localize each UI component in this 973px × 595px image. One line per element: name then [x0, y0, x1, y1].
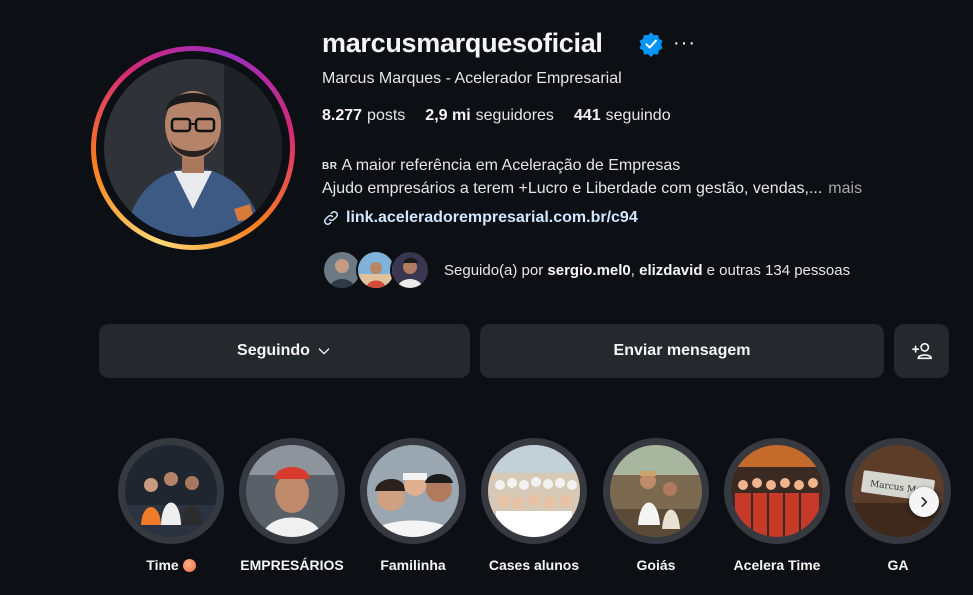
bio-line-2-text: Ajudo empresários a terem +Lucro e Liber…	[322, 180, 823, 197]
followed-by-user-2[interactable]: elizdavid	[639, 262, 702, 279]
highlight-cover[interactable]	[246, 445, 338, 537]
following-label: seguindo	[605, 107, 671, 124]
highlight-cover[interactable]	[610, 445, 702, 537]
highlight-label: GA	[887, 557, 909, 573]
send-message-button[interactable]: Enviar mensagem	[480, 324, 884, 378]
highlight-cover[interactable]	[731, 445, 823, 537]
following-stat[interactable]: 441 seguindo	[574, 107, 671, 125]
follower-avatar-3	[390, 250, 430, 290]
add-user-icon	[911, 342, 932, 360]
followed-by[interactable]: Seguido(a) por sergio.mel0, elizdavid e …	[322, 250, 850, 290]
following-button-label: Seguindo	[237, 342, 310, 359]
flag-br-icon: BR	[322, 161, 338, 172]
chevron-right-icon	[921, 497, 928, 507]
highlight-item[interactable]: Acelera Time	[724, 438, 830, 573]
highlight-cover[interactable]	[125, 445, 217, 537]
highlight-item[interactable]: Familinha	[360, 438, 466, 573]
bio-more-link[interactable]: mais	[828, 180, 862, 197]
profile-bio: BR A maior referência em Aceleração de Em…	[322, 155, 862, 200]
highlight-cover-ring	[118, 438, 224, 544]
profile-avatar-ring[interactable]	[91, 46, 295, 250]
link-icon	[323, 210, 339, 226]
followers-label: seguidores	[475, 107, 554, 124]
chevron-down-icon	[318, 348, 330, 355]
highlight-item[interactable]: Time	[118, 438, 224, 573]
bio-line-1: BR A maior referência em Aceleração de Em…	[322, 155, 862, 178]
following-count: 441	[573, 107, 601, 124]
profile-username: marcusmarquesoficial	[322, 28, 603, 58]
highlight-item[interactable]: Cases alunos	[481, 438, 587, 573]
followed-by-text[interactable]: Seguido(a) por sergio.mel0, elizdavid e …	[444, 262, 850, 279]
highlight-cover-ring	[360, 438, 466, 544]
highlights-next-button[interactable]	[909, 487, 939, 517]
followed-by-user-1[interactable]: sergio.mel0	[547, 262, 630, 279]
highlight-cover-ring	[724, 438, 830, 544]
send-message-label: Enviar mensagem	[613, 342, 751, 359]
followed-by-sep: ,	[630, 261, 635, 279]
posts-stat: 8.277 posts	[322, 107, 405, 125]
bio-line-2: Ajudo empresários a terem +Lucro e Liber…	[322, 178, 862, 200]
highlight-cover[interactable]	[367, 445, 459, 537]
profile-stats: 8.277 posts 2,9 mi seguidores 441 seguindo	[322, 107, 671, 125]
posts-count: 8.277	[322, 107, 363, 124]
followers-count: 2,9 mi	[425, 107, 471, 124]
highlight-cover-ring	[481, 438, 587, 544]
highlight-cover[interactable]	[488, 445, 580, 537]
profile-link-text[interactable]: link.aceleradorempresarial.com.br/c94	[346, 209, 638, 227]
followed-by-suffix: e outras 134 pessoas	[706, 261, 851, 279]
avatar[interactable]	[104, 59, 282, 237]
more-options-icon[interactable]: ···	[673, 32, 696, 55]
following-button[interactable]: Seguindo	[99, 324, 470, 378]
posts-label: posts	[367, 107, 406, 124]
profile-full-name: Marcus Marques - Acelerador Empresarial	[322, 70, 622, 87]
highlight-cover-ring	[603, 438, 709, 544]
bio-line-1-text: A maior referência em Aceleração de Empr…	[341, 157, 681, 174]
profile-link[interactable]: link.aceleradorempresarial.com.br/c94	[322, 209, 638, 227]
suggested-users-button[interactable]	[894, 324, 949, 378]
orange-circle-emoji-icon	[182, 559, 196, 572]
followers-stat[interactable]: 2,9 mi seguidores	[425, 107, 554, 125]
verified-badge-icon	[639, 32, 663, 57]
highlight-item[interactable]: EMPRESÁRIOS	[239, 438, 345, 573]
highlight-item[interactable]: Goiás	[603, 438, 709, 573]
followed-by-prefix: Seguido(a) por	[444, 261, 544, 279]
avatar-gap	[96, 51, 290, 245]
highlight-cover-ring	[239, 438, 345, 544]
